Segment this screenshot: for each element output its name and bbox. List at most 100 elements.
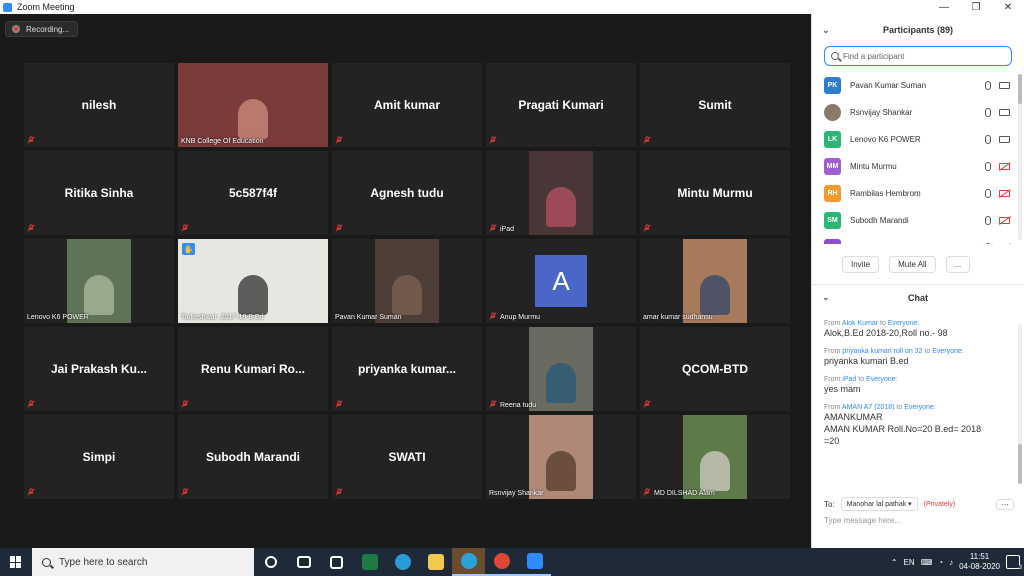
- video-tile[interactable]: iPad: [486, 151, 636, 235]
- video-tile[interactable]: MD DILSHAD Alam: [640, 415, 790, 499]
- video-tile[interactable]: nilesh: [24, 63, 174, 147]
- video-tile[interactable]: Sumit: [640, 63, 790, 147]
- chat-message-input[interactable]: Type message here...: [824, 516, 1014, 525]
- video-tile[interactable]: Agnesh tudu: [332, 151, 482, 235]
- participant-name: 2b4bbac9: [850, 243, 885, 244]
- message-sender[interactable]: Alok Kumar: [842, 320, 878, 327]
- camera-icon[interactable]: [999, 163, 1010, 170]
- microphone-icon[interactable]: [985, 162, 991, 171]
- participant-label: Reena tudu: [500, 402, 537, 409]
- participant-scrollbar[interactable]: [1018, 74, 1022, 240]
- video-tile[interactable]: KNB College Of Education: [178, 63, 328, 147]
- chat-recipient-row: To: Manohar lal pathak ▾ (Privately) ···: [824, 496, 1014, 512]
- participant-row[interactable]: MM Mintu Murmu: [812, 153, 1018, 180]
- microphone-icon[interactable]: [985, 108, 991, 117]
- microphone-icon[interactable]: [985, 216, 991, 225]
- zoom-taskbar-button[interactable]: [518, 548, 551, 576]
- video-tile[interactable]: Lenovo K6 POWER: [24, 239, 174, 323]
- avatar: RH: [824, 185, 841, 202]
- video-tile[interactable]: A Anup Murmu: [486, 239, 636, 323]
- system-tray: ⌃ EN ⌨ ◔ ♪ 11:51 04-08-2020 3: [891, 548, 1024, 576]
- collapse-chevron-icon[interactable]: ⌄: [822, 25, 830, 36]
- video-tile[interactable]: Pavan Kumar Suman: [332, 239, 482, 323]
- taskbar-search-input[interactable]: Type here to search: [32, 548, 254, 576]
- participant-search-input[interactable]: Find a participant: [824, 46, 1012, 66]
- camera-icon[interactable]: [999, 190, 1010, 197]
- recipient-select[interactable]: Manohar lal pathak ▾: [840, 497, 918, 511]
- cortana-taskbar-button[interactable]: [254, 548, 287, 576]
- message-recipient[interactable]: Everyone: [932, 348, 962, 355]
- input-language[interactable]: EN: [904, 558, 915, 567]
- video-tile[interactable]: 5c587f4f: [178, 151, 328, 235]
- video-tile[interactable]: Ritika Sinha: [24, 151, 174, 235]
- more-options-button[interactable]: ...: [945, 256, 971, 273]
- participant-row[interactable]: 2 2b4bbac9: [812, 234, 1018, 244]
- wifi-icon[interactable]: ◔: [938, 558, 943, 567]
- raised-hand-icon: ✋: [182, 243, 195, 255]
- video-tile[interactable]: Pragati Kumari: [486, 63, 636, 147]
- participant-silhouette: [546, 187, 576, 227]
- video-tile[interactable]: Simpi: [24, 415, 174, 499]
- video-tile[interactable]: QCOM-BTD: [640, 327, 790, 411]
- video-tile[interactable]: amar kumar sudhansu: [640, 239, 790, 323]
- excel-taskbar-button[interactable]: [353, 548, 386, 576]
- network-icon[interactable]: ⌃: [891, 558, 898, 567]
- volume-icon[interactable]: ♪: [949, 558, 953, 567]
- participant-row[interactable]: Rsnvijay Shankar: [812, 99, 1018, 126]
- file-explorer-taskbar-button[interactable]: [419, 548, 452, 576]
- chrome-taskbar-button[interactable]: [485, 548, 518, 576]
- action-center-icon[interactable]: 3: [1006, 555, 1022, 571]
- video-tile[interactable]: Renu Kumari Ro...: [178, 327, 328, 411]
- video-tile[interactable]: Reena tudu: [486, 327, 636, 411]
- participant-row[interactable]: RH Rambilas Hembrom: [812, 180, 1018, 207]
- participant-row[interactable]: SM Subodh Marandi: [812, 207, 1018, 234]
- microphone-icon[interactable]: [985, 243, 991, 244]
- message-recipient[interactable]: Everyone: [866, 376, 896, 383]
- message-sender[interactable]: iPad: [842, 376, 856, 383]
- mute-all-button[interactable]: Mute All: [889, 256, 936, 273]
- start-button[interactable]: [0, 548, 32, 576]
- participant-name: QCOM-BTD: [682, 362, 748, 376]
- microphone-icon[interactable]: [985, 81, 991, 90]
- message-recipient[interactable]: Everyone: [888, 320, 918, 327]
- from-word: From: [824, 404, 841, 411]
- video-tile[interactable]: Rsnvijay Shankar: [486, 415, 636, 499]
- video-tile[interactable]: Subodh Marandi: [178, 415, 328, 499]
- maximize-button[interactable]: ❐: [960, 0, 992, 14]
- minimize-button[interactable]: —: [928, 0, 960, 14]
- video-tile[interactable]: ✋ Tarkeshwar .2017-19 B.Ed: [178, 239, 328, 323]
- video-tile[interactable]: Amit kumar: [332, 63, 482, 147]
- participant-name: Mintu Murmu: [850, 162, 897, 171]
- microphone-icon[interactable]: [985, 135, 991, 144]
- chat-header: ⌄ Chat: [812, 290, 1024, 306]
- video-tile[interactable]: priyanka kumar...: [332, 327, 482, 411]
- invite-button[interactable]: Invite: [842, 256, 880, 273]
- clock-time: 11:51: [969, 552, 990, 561]
- chat-scrollbar[interactable]: [1018, 324, 1022, 484]
- store-taskbar-button[interactable]: [320, 548, 353, 576]
- video-tile[interactable]: Jai Prakash Ku...: [24, 327, 174, 411]
- ime-icon[interactable]: ⌨: [921, 558, 933, 567]
- microphone-icon[interactable]: [985, 189, 991, 198]
- participant-row[interactable]: PK Pavan Kumar Suman: [812, 72, 1018, 99]
- message-sender[interactable]: priyanka kumari roll on 32: [842, 348, 922, 355]
- video-tile[interactable]: Mintu Murmu: [640, 151, 790, 235]
- camera-icon[interactable]: [999, 82, 1010, 89]
- clock[interactable]: 11:51 04-08-2020: [959, 552, 1000, 572]
- message-sender[interactable]: AMAN A7 (2018): [842, 404, 895, 411]
- task-view-taskbar-button[interactable]: [287, 548, 320, 576]
- camera-icon[interactable]: [999, 109, 1010, 116]
- recording-indicator[interactable]: Recording...: [5, 21, 79, 37]
- message-recipient[interactable]: Everyone: [904, 404, 934, 411]
- participant-list: PK Pavan Kumar Suman Rsnvijay Shankar LK Len…: [812, 72, 1018, 244]
- participant-row[interactable]: LK Lenovo K6 POWER: [812, 126, 1018, 153]
- video-tile[interactable]: SWATI: [332, 415, 482, 499]
- chat-more-button[interactable]: ···: [996, 498, 1014, 510]
- close-button[interactable]: ✕: [992, 0, 1024, 14]
- edge-taskbar-button[interactable]: [386, 548, 419, 576]
- camera-icon[interactable]: [999, 136, 1010, 143]
- chat-collapse-chevron-icon[interactable]: ⌄: [822, 292, 830, 303]
- participant-name: Rambilas Hembrom: [850, 189, 921, 198]
- telegram-taskbar-button[interactable]: [452, 548, 485, 576]
- camera-icon[interactable]: [999, 217, 1010, 224]
